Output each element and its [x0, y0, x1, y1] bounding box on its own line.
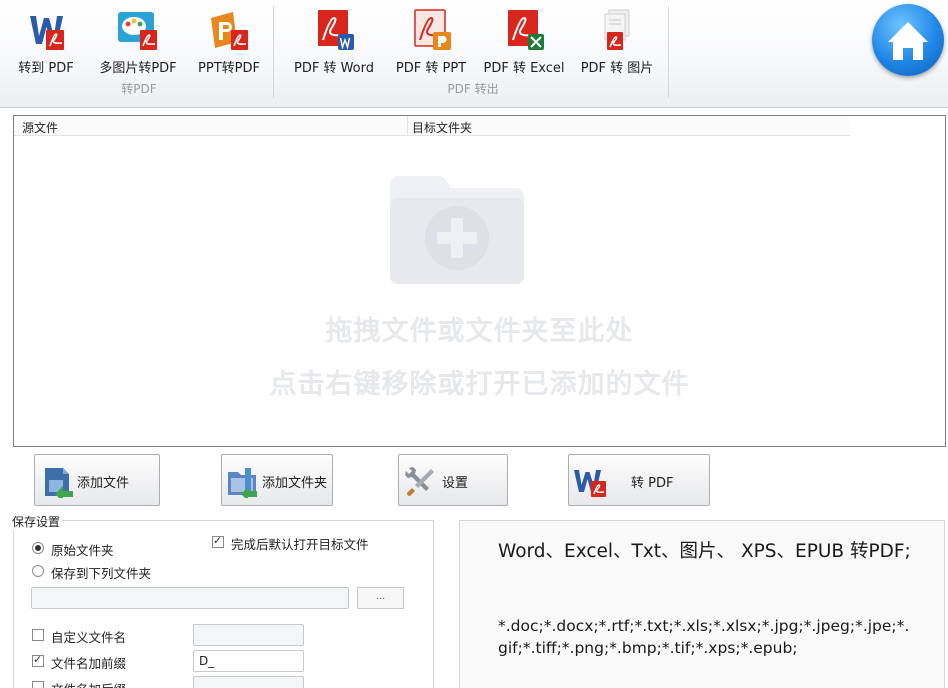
prefix-input[interactable]: D_ — [193, 650, 304, 672]
custom-name-input[interactable] — [193, 624, 304, 646]
add-suffix-label[interactable]: 文件名加后缀 — [51, 679, 126, 688]
browse-button[interactable]: ... — [357, 587, 404, 609]
tools-icon — [405, 467, 434, 496]
to-pdf-label: 转到 PDF — [18, 61, 74, 76]
pdf-to-image-label: PDF 转 图片 — [580, 61, 654, 76]
convert-pdf-button[interactable]: 转 PDF — [568, 454, 710, 506]
suffix-input[interactable] — [193, 676, 304, 688]
supported-extensions-list: *.doc;*.docx;*.rtf;*.txt;*.xls;*.xlsx;*.… — [498, 617, 910, 657]
column-target-folder[interactable]: 目标文件夹 — [412, 119, 472, 136]
add-folder-button[interactable]: 添加文件夹 — [221, 454, 333, 506]
supported-formats-headline: Word、Excel、Txt、图片、 XPS、EPUB 转PDF; — [498, 541, 911, 562]
pdf-to-word-button[interactable]: PDF 转 Word — [284, 8, 384, 78]
ppt-to-pdf-button[interactable]: PPT转PDF — [188, 8, 270, 78]
original-folder-label[interactable]: 原始文件夹 — [51, 540, 114, 559]
add-file-button[interactable]: 添加文件 — [34, 454, 160, 506]
settings-label: 设置 — [442, 476, 469, 491]
ribbon-group-pdf-export: PDF 转 Word PDF 转 PPT PDF 转 Excel PDF 转 图… — [278, 0, 668, 100]
column-divider[interactable] — [407, 116, 408, 136]
ppt-to-pdf-label: PPT转PDF — [198, 61, 260, 76]
drop-hint-primary: 拖拽文件或文件夹至此处 — [325, 316, 634, 347]
pdf-to-word-icon — [318, 10, 354, 50]
pdf-to-image-icon — [604, 9, 630, 50]
custom-name-checkbox[interactable] — [32, 629, 44, 641]
save-settings-title: 保存设置 — [10, 513, 63, 530]
original-folder-radio[interactable] — [32, 542, 44, 554]
folder-add-icon — [390, 176, 524, 284]
pdf-to-excel-label: PDF 转 Excel — [483, 61, 565, 76]
add-prefix-checkbox[interactable] — [32, 653, 44, 667]
ribbon-group-label: 转PDF — [121, 82, 157, 96]
custom-name-label[interactable]: 自定义文件名 — [51, 627, 126, 646]
images-to-pdf-button[interactable]: 多图片转PDF — [90, 8, 186, 78]
file-list-panel[interactable]: 源文件 目标文件夹 拖拽文件或文件夹至此处 点击右键移除或打开已添加的文件 — [13, 115, 946, 447]
open-after-label[interactable]: 完成后默认打开目标文件 — [231, 534, 369, 553]
file-list-header: 源文件 目标文件夹 — [14, 116, 850, 136]
open-after-checkbox[interactable] — [212, 534, 224, 548]
ribbon-group-label: PDF 转出 — [447, 82, 499, 96]
ppt-to-pdf-icon — [211, 12, 248, 50]
add-folder-label: 添加文件夹 — [262, 476, 328, 491]
column-source-file[interactable]: 源文件 — [22, 119, 58, 136]
add-suffix-checkbox[interactable] — [32, 681, 44, 688]
pdf-to-ppt-label: PDF 转 PPT — [395, 61, 467, 76]
save-to-folder-label[interactable]: 保存到下列文件夹 — [51, 563, 151, 582]
images-to-pdf-icon — [118, 12, 157, 50]
pdf-to-excel-icon — [508, 10, 544, 50]
ribbon-group-to-pdf: 转到 PDF 多图片转PDF PPT转PDF 转PDF — [8, 0, 270, 100]
ribbon-separator — [273, 6, 274, 98]
ribbon-toolbar: 转到 PDF 多图片转PDF PPT转PDF 转PDF PDF 转 Word P… — [0, 0, 948, 108]
settings-button[interactable]: 设置 — [398, 454, 508, 506]
images-to-pdf-label: 多图片转PDF — [99, 61, 177, 76]
pdf-to-ppt-icon — [414, 9, 451, 50]
save-to-folder-radio[interactable] — [32, 565, 44, 577]
to-pdf-button[interactable]: 转到 PDF — [8, 8, 84, 78]
pdf-to-excel-button[interactable]: PDF 转 Excel — [476, 8, 572, 78]
add-prefix-label[interactable]: 文件名加前缀 — [51, 653, 126, 672]
add-file-label: 添加文件 — [77, 476, 130, 491]
convert-pdf-label: 转 PDF — [631, 476, 674, 491]
pdf-to-image-button[interactable]: PDF 转 图片 — [572, 8, 662, 78]
word-to-pdf-icon — [30, 16, 64, 50]
word-to-pdf-icon — [574, 470, 606, 497]
output-folder-input[interactable] — [31, 587, 349, 609]
home-button[interactable] — [872, 4, 944, 76]
home-icon — [888, 22, 928, 60]
ribbon-separator — [668, 6, 669, 98]
add-folder-icon — [228, 468, 257, 498]
pdf-to-ppt-button[interactable]: PDF 转 PPT — [386, 8, 476, 78]
add-file-icon — [45, 468, 73, 498]
drop-hint-secondary: 点击右键移除或打开已添加的文件 — [269, 369, 690, 400]
pdf-to-word-label: PDF 转 Word — [293, 61, 374, 76]
